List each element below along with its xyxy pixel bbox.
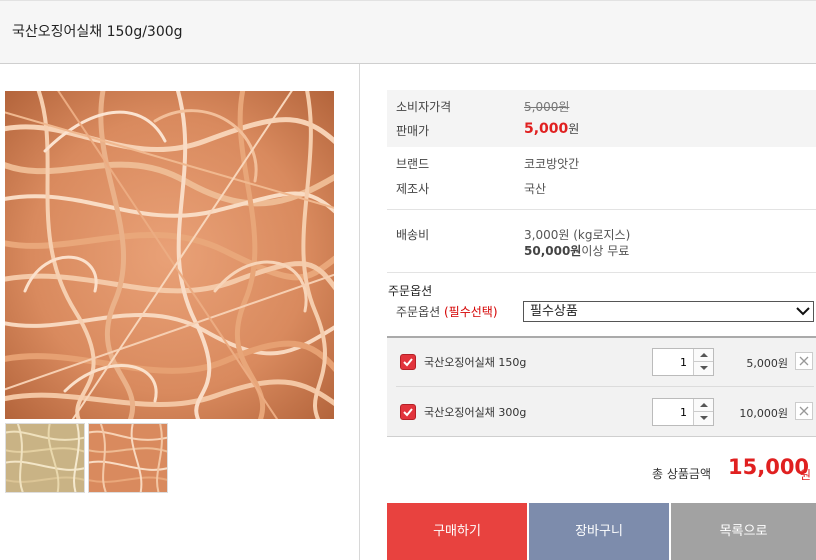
product-title-bar: 국산오징어실채 150g/300g bbox=[0, 0, 816, 64]
brand-value: 코코방앗간 bbox=[524, 157, 580, 171]
required-tag: (필수선택) bbox=[444, 305, 498, 319]
shipping-value: 3,000원 (kg로지스) bbox=[524, 228, 631, 242]
option-name-300g: 국산오징어실채 300g bbox=[424, 406, 527, 419]
qty-up-button[interactable] bbox=[693, 349, 713, 362]
total-label: 총 상품금액 bbox=[652, 467, 712, 481]
price-panel bbox=[387, 90, 816, 147]
list-button[interactable]: 목록으로 bbox=[671, 503, 816, 560]
sale-price-label: 판매가 bbox=[396, 124, 430, 138]
product-title: 국산오징어실채 150g/300g bbox=[12, 24, 183, 40]
cart-button[interactable]: 장바구니 bbox=[529, 503, 669, 560]
brand-label: 브랜드 bbox=[396, 157, 430, 171]
quantity-stepper-150g[interactable] bbox=[652, 348, 714, 376]
sale-price-value: 5,000 bbox=[524, 121, 569, 137]
consumer-price-label: 소비자가격 bbox=[396, 100, 452, 114]
option-price-300g: 10,000원 bbox=[739, 407, 788, 420]
shipping-free: 50,000원이상 무료 bbox=[524, 242, 629, 259]
row-divider bbox=[396, 386, 814, 387]
quantity-input-300g[interactable] bbox=[653, 399, 693, 425]
thumbnail-light-strips[interactable] bbox=[5, 423, 85, 493]
order-options-title: 주문옵션 bbox=[388, 284, 433, 298]
option-checkbox-150g[interactable] bbox=[400, 354, 416, 370]
thumbnail-orange-strips[interactable] bbox=[88, 423, 168, 493]
main-product-image bbox=[5, 91, 334, 419]
column-divider bbox=[359, 64, 360, 560]
maker-label: 제조사 bbox=[396, 182, 430, 196]
consumer-price-value: 5,000원 bbox=[524, 100, 570, 114]
order-option-select[interactable]: 필수상품 bbox=[523, 301, 814, 322]
option-price-150g: 5,000원 bbox=[746, 357, 788, 370]
quantity-input-150g[interactable] bbox=[653, 349, 693, 375]
order-option-label-text: 주문옵션 bbox=[396, 305, 441, 319]
total-unit: 원 bbox=[800, 468, 812, 482]
shipping-free-amount: 50,000원 bbox=[524, 244, 582, 258]
divider bbox=[387, 209, 816, 210]
shipping-free-text: 이상 무료 bbox=[581, 244, 630, 258]
maker-value: 국산 bbox=[524, 182, 547, 196]
qty-down-button[interactable] bbox=[693, 362, 713, 375]
qty-down-button[interactable] bbox=[693, 412, 713, 425]
remove-option-button[interactable] bbox=[795, 402, 813, 420]
shipping-label: 배송비 bbox=[396, 228, 430, 242]
option-name-150g: 국산오징어실채 150g bbox=[424, 356, 527, 369]
qty-up-button[interactable] bbox=[693, 399, 713, 412]
divider bbox=[387, 272, 816, 273]
sale-price: 5,000원 bbox=[524, 120, 579, 137]
buy-button[interactable]: 구매하기 bbox=[387, 503, 527, 560]
total-value: 15,000 bbox=[728, 455, 810, 479]
quantity-stepper-300g[interactable] bbox=[652, 398, 714, 426]
order-option-selected: 필수상품 bbox=[530, 304, 578, 319]
chevron-down-icon bbox=[796, 303, 810, 320]
option-checkbox-300g[interactable] bbox=[400, 404, 416, 420]
remove-option-button[interactable] bbox=[795, 352, 813, 370]
order-option-label: 주문옵션 (필수선택) bbox=[396, 303, 498, 320]
sale-price-unit: 원 bbox=[568, 122, 580, 136]
